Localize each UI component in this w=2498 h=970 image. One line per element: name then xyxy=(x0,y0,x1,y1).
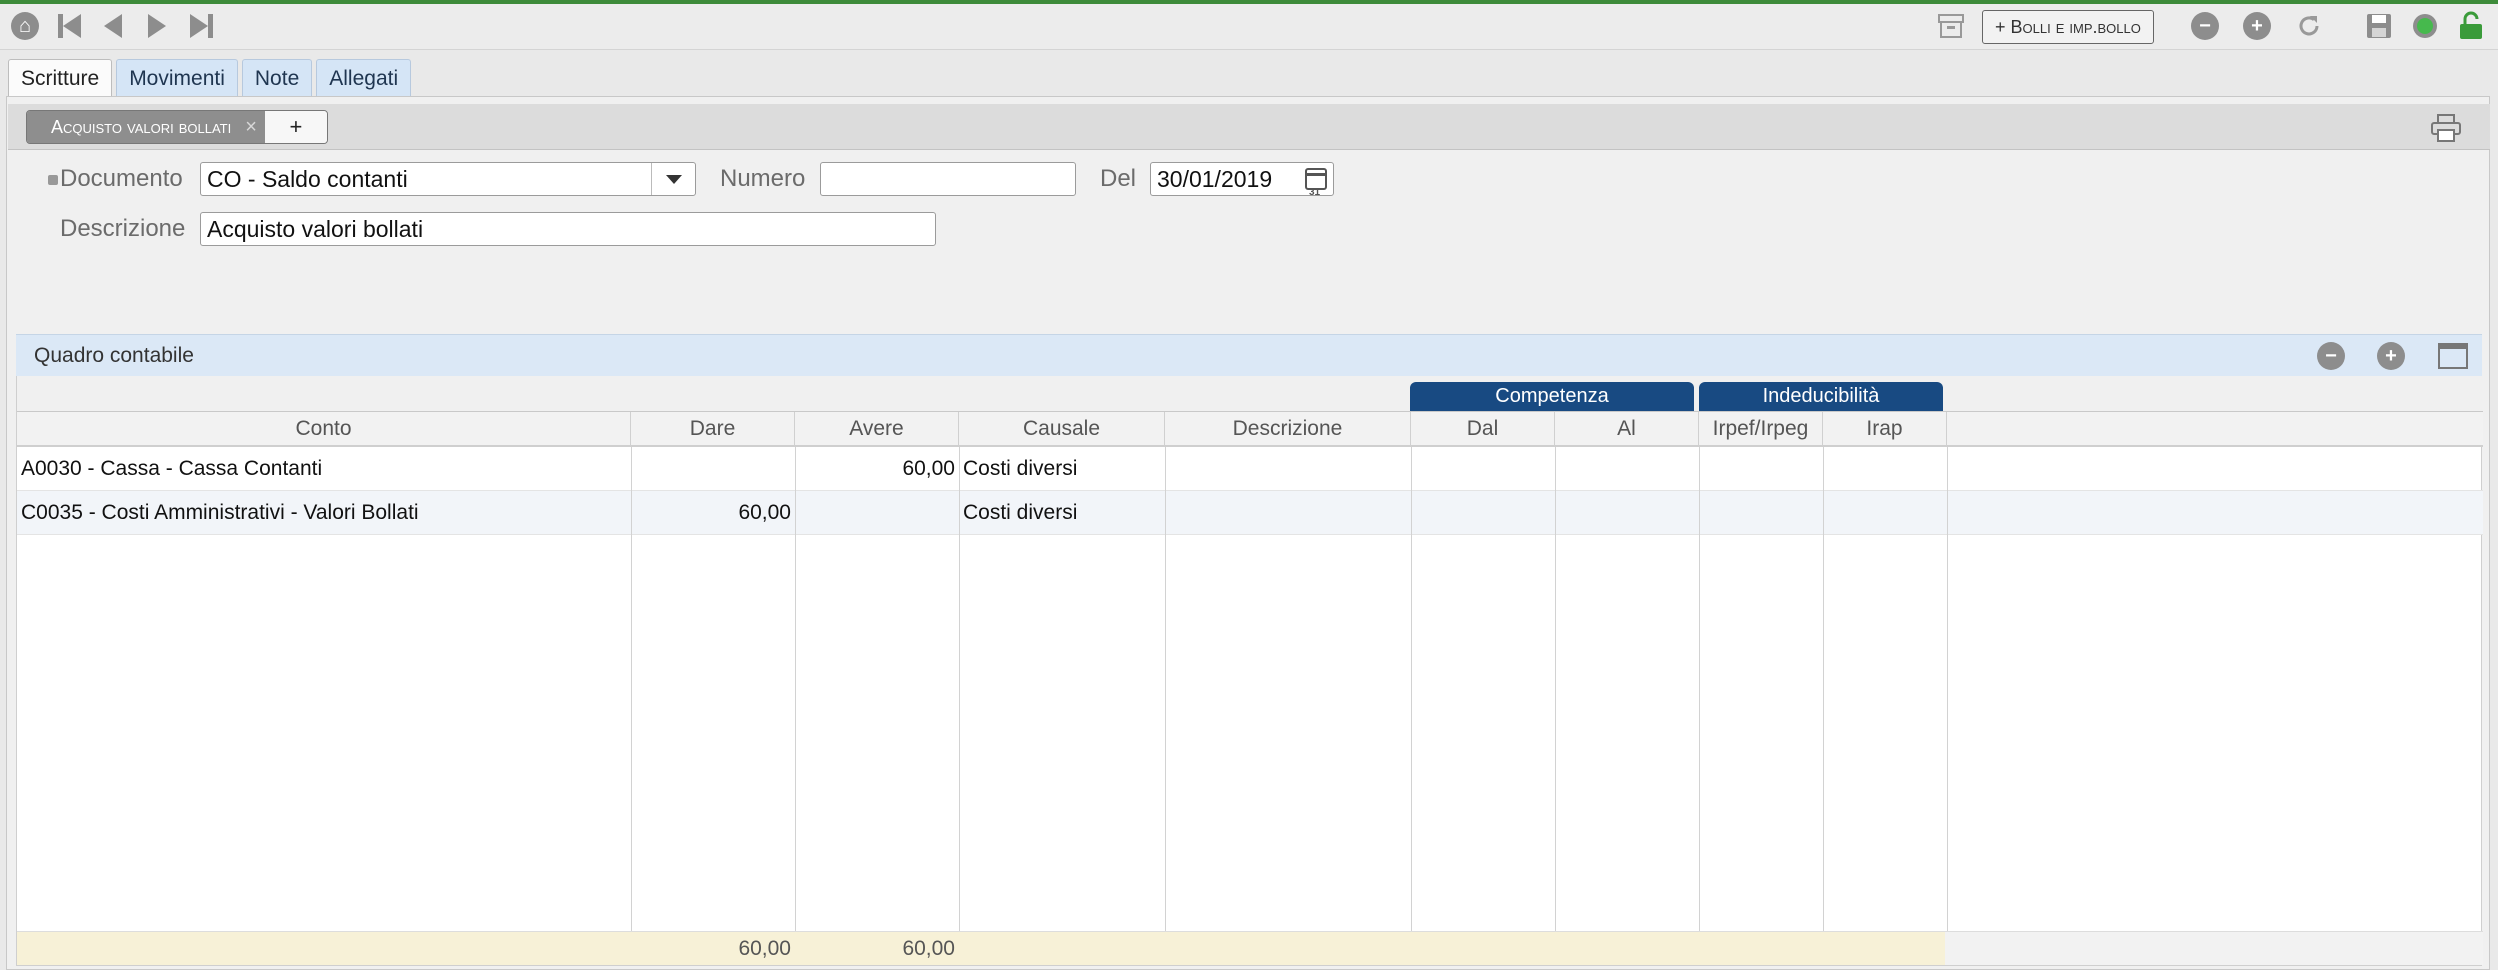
prev-icon[interactable] xyxy=(98,11,128,41)
column-divider xyxy=(631,447,632,937)
totals-row: 60,00 60,00 xyxy=(17,931,1945,965)
column-divider xyxy=(959,447,960,937)
last-icon[interactable] xyxy=(186,11,216,41)
add-row-icon[interactable]: + xyxy=(2376,341,2406,371)
tab-allegati[interactable]: Allegati xyxy=(316,59,412,97)
col-irap[interactable]: Irap xyxy=(1823,412,1947,446)
total-avere: 60,00 xyxy=(902,937,955,960)
column-divider xyxy=(1165,447,1166,937)
group-header-competenza: Competenza xyxy=(1410,382,1694,411)
descrizione-label: Descrizione xyxy=(60,215,186,242)
document-tab[interactable]: Acquisto valori bollati × + xyxy=(26,110,328,144)
column-divider xyxy=(795,447,796,937)
main-tabs: Scritture Movimenti Note Allegati xyxy=(8,59,412,97)
calendar-icon[interactable]: 31 xyxy=(1305,168,1327,198)
col-causale[interactable]: Causale xyxy=(959,412,1165,446)
column-headers: Conto Dare Avere Causale Descrizione Dal… xyxy=(17,411,2483,447)
del-label: Del xyxy=(1100,165,1137,192)
col-dare[interactable]: Dare xyxy=(631,412,795,446)
date-input[interactable]: 30/01/2019 31 xyxy=(1150,162,1334,198)
document-tab-row: Acquisto valori bollati × + xyxy=(8,104,2490,150)
numero-label: Numero xyxy=(720,165,806,192)
column-divider xyxy=(1411,447,1412,937)
remove-icon[interactable]: − xyxy=(2190,11,2220,41)
first-icon[interactable] xyxy=(54,11,84,41)
toolbar: ⌂ + Bolli e imp.bollo − + xyxy=(0,4,2498,50)
col-avere[interactable]: Avere xyxy=(795,412,959,446)
table-row[interactable]: C0035 - Costi Amministrativi - Valori Bo… xyxy=(17,491,2483,535)
cell-causale[interactable]: Costi diversi xyxy=(959,491,1165,535)
column-divider xyxy=(1823,447,1824,937)
add-icon[interactable]: + xyxy=(2242,11,2272,41)
cell-descrizione[interactable] xyxy=(1165,491,1411,535)
documento-value: CO - Saldo contanti xyxy=(207,166,408,192)
documento-label: Documento xyxy=(60,165,183,192)
column-divider xyxy=(1947,447,1948,937)
next-icon[interactable] xyxy=(142,11,172,41)
cell-conto[interactable]: C0035 - Costi Amministrativi - Valori Bo… xyxy=(17,491,631,535)
document-tab-label[interactable]: Acquisto valori bollati xyxy=(27,111,242,143)
refresh-icon[interactable] xyxy=(2294,11,2324,41)
cell-descrizione[interactable] xyxy=(1165,447,1411,491)
maximize-icon[interactable] xyxy=(2438,341,2468,371)
total-dare: 60,00 xyxy=(738,937,791,960)
tab-note[interactable]: Note xyxy=(241,59,313,97)
save-icon[interactable] xyxy=(2364,11,2394,41)
descrizione-input[interactable]: Acquisto valori bollati xyxy=(200,212,936,246)
column-divider xyxy=(1699,447,1700,937)
date-value: 30/01/2019 xyxy=(1157,166,1273,192)
add-document-tab-button[interactable]: + xyxy=(264,111,327,143)
printer-icon[interactable] xyxy=(2430,114,2462,142)
cell-avere[interactable] xyxy=(795,491,959,535)
tab-scritture[interactable]: Scritture xyxy=(8,59,113,97)
numero-input[interactable] xyxy=(820,162,1076,196)
archive-icon[interactable] xyxy=(1936,11,1966,41)
drag-handle-icon xyxy=(48,175,58,185)
quadro-contabile-title: Quadro contabile xyxy=(34,344,194,367)
col-dal[interactable]: Dal xyxy=(1411,412,1555,446)
quadro-contabile-header: Quadro contabile − + xyxy=(16,334,2482,376)
remove-row-icon[interactable]: − xyxy=(2316,341,2346,371)
col-descrizione[interactable]: Descrizione xyxy=(1165,412,1411,446)
tab-movimenti[interactable]: Movimenti xyxy=(116,59,238,97)
column-group-strip: Competenza Indeducibilità xyxy=(17,376,2483,411)
col-al[interactable]: Al xyxy=(1555,412,1699,446)
lock-icon[interactable] xyxy=(2456,11,2486,41)
cell-dare[interactable] xyxy=(631,447,795,491)
documento-select[interactable]: CO - Saldo contanti xyxy=(200,162,696,196)
accounting-grid: Competenza Indeducibilità Conto Dare Ave… xyxy=(16,376,2483,966)
bolli-button[interactable]: + Bolli e imp.bollo xyxy=(1982,10,2154,44)
chevron-down-icon[interactable] xyxy=(651,163,695,195)
cell-causale[interactable]: Costi diversi xyxy=(959,447,1165,491)
group-header-indeducibilita: Indeducibilità xyxy=(1699,382,1943,411)
table-row[interactable]: A0030 - Cassa - Cassa Contanti 60,00 Cos… xyxy=(17,447,2483,491)
home-icon[interactable]: ⌂ xyxy=(10,11,40,41)
col-conto[interactable]: Conto xyxy=(17,412,631,446)
totals-row-filler xyxy=(1945,931,2483,965)
cell-avere[interactable]: 60,00 xyxy=(795,447,959,491)
status-icon xyxy=(2410,11,2440,41)
column-divider xyxy=(1555,447,1556,937)
cell-dare[interactable]: 60,00 xyxy=(631,491,795,535)
cell-conto[interactable]: A0030 - Cassa - Cassa Contanti xyxy=(17,447,631,491)
close-icon[interactable]: × xyxy=(241,111,265,143)
col-irpef[interactable]: Irpef/Irpeg xyxy=(1699,412,1823,446)
